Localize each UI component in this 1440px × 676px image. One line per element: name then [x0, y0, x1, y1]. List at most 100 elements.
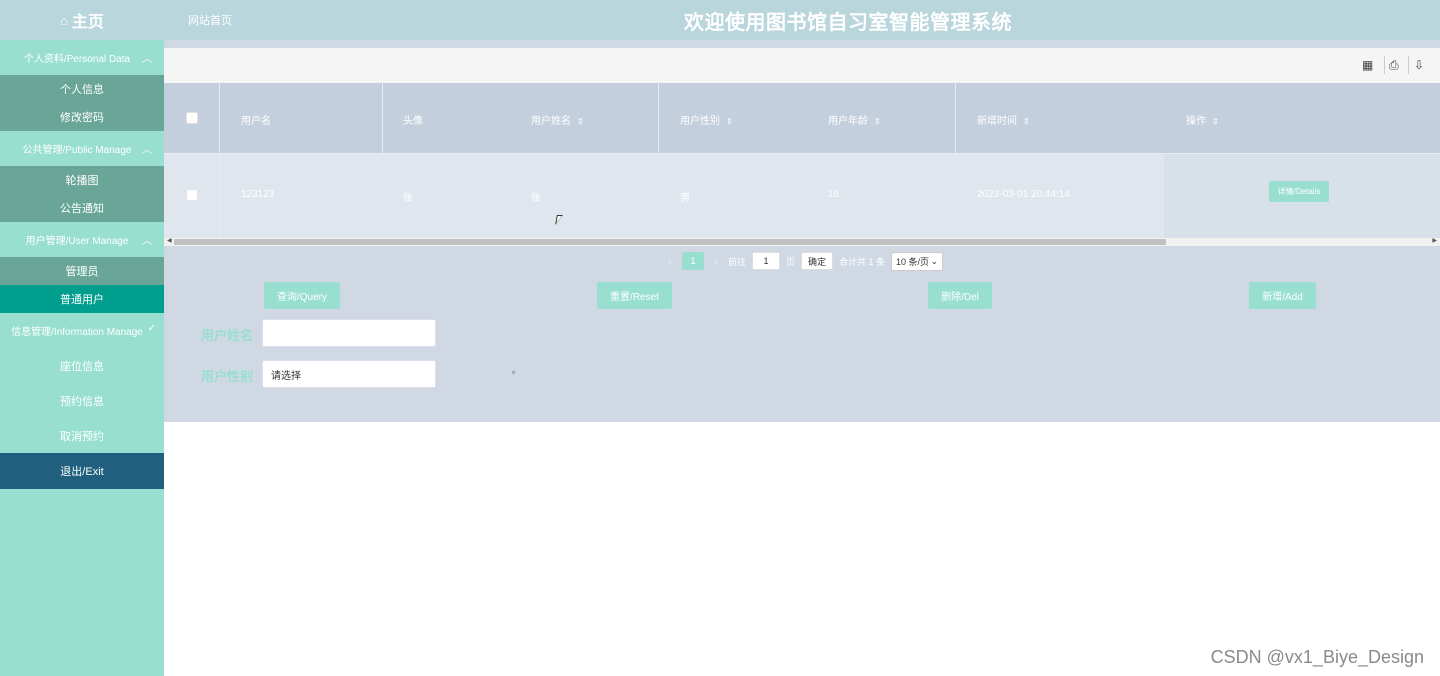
gender-select-placeholder: 请选择: [271, 370, 301, 382]
home-icon: ⌂: [60, 12, 68, 28]
column-header-label: 用户年龄: [828, 116, 868, 127]
page-unit-label: 页: [786, 256, 796, 267]
gender-select[interactable]: 请选择: [262, 360, 436, 388]
sort-icon[interactable]: ⇕: [874, 117, 881, 126]
top-header: ⌂ 主页 网站首页 欢迎使用图书馆自习室智能管理系统: [0, 0, 1440, 40]
cell-name: 张: [531, 193, 541, 204]
page-number-button[interactable]: 1: [682, 252, 704, 270]
sidebar-item-profile[interactable]: 个人信息: [0, 75, 164, 103]
export-icon[interactable]: ⇩: [1414, 58, 1424, 72]
sidebar-group-label: 个人资料/Personal Data: [23, 54, 131, 65]
data-table: 用户名 头像 用户姓名 ⇕ 用户性别 ⇕ 用户年龄 ⇕ 新增时间 ⇕ 操作 ⇕ 12312…: [164, 83, 1440, 246]
column-divider: [658, 83, 659, 153]
grid-icon[interactable]: ▦: [1362, 58, 1373, 72]
column-header-label: 用户性别: [680, 116, 720, 127]
sidebar-group-user[interactable]: 用户管理/User Manage ︿: [0, 222, 164, 257]
sidebar-group-label: 用户管理/User Manage: [25, 236, 129, 247]
chevron-down-icon: ⌄: [930, 255, 939, 266]
sidebar-item-password[interactable]: 修改密码: [0, 103, 164, 131]
main-content: ▦ ⎙ ⇩ 用户名 头像 用户姓名 ⇕ 用户性别 ⇕ 用户年龄 ⇕ 新增时间 ⇕ 操作 ⇕…: [164, 40, 1440, 422]
sidebar-item-users[interactable]: 普通用户: [0, 285, 164, 313]
chevron-up-icon: ︿: [142, 145, 152, 156]
scrollbar-thumb[interactable]: [174, 239, 1166, 245]
column-header-username[interactable]: 用户名: [241, 112, 271, 127]
next-page-button[interactable]: ›: [710, 256, 722, 267]
sidebar-item-seat[interactable]: 座位信息: [0, 348, 164, 383]
column-divider: [955, 83, 956, 153]
column-header-name[interactable]: 用户姓名 ⇕: [531, 112, 584, 127]
sidebar-group-personal[interactable]: 个人资料/Personal Data ︿: [0, 40, 164, 75]
page-size-value: 10 条/页: [896, 256, 930, 267]
page-size-select[interactable]: 10 条/页 ⌄: [891, 251, 944, 271]
details-button[interactable]: 详情/Details: [1269, 181, 1329, 202]
gender-field-label: 用户性别: [201, 369, 254, 384]
chevron-down-icon: ▼: [510, 370, 517, 377]
goto-page-input[interactable]: 1: [752, 252, 781, 270]
sidebar-item-notice[interactable]: 公告通知: [0, 194, 164, 222]
sort-icon[interactable]: ⇕: [1212, 117, 1219, 126]
home-label: 主页: [71, 14, 104, 31]
column-header-created[interactable]: 新增时间 ⇕: [977, 112, 1030, 127]
sidebar-group-label: 公共管理/Public Manage: [22, 145, 132, 156]
print-icon[interactable]: ⎙: [1389, 58, 1399, 73]
query-button[interactable]: 查询/Query: [264, 282, 340, 309]
submenu-public: 轮播图 公告通知: [0, 166, 164, 222]
page-title: 欢迎使用图书馆自习室智能管理系统: [684, 12, 1012, 34]
add-button[interactable]: 新增/Add: [1249, 282, 1316, 309]
toolbar-divider: [1408, 56, 1409, 74]
sidebar-group-info[interactable]: 信息管理/Information Manage ✓: [0, 313, 164, 348]
column-header-label: 操作: [1186, 116, 1206, 127]
chevron-up-icon: ︿: [142, 54, 152, 65]
horizontal-scrollbar[interactable]: ◀ ▶: [164, 238, 1440, 246]
home-button[interactable]: ⌂ 主页: [0, 0, 164, 40]
column-header-action[interactable]: 操作 ⇕: [1186, 112, 1219, 127]
goto-label: 前往: [728, 256, 747, 267]
sidebar-item-cancel[interactable]: 取消预约: [0, 418, 164, 453]
sidebar-group-label: 信息管理/Information Manage: [11, 327, 143, 338]
sort-icon[interactable]: ⇕: [577, 117, 584, 126]
sort-icon[interactable]: ⇕: [726, 117, 733, 126]
scroll-left-icon[interactable]: ◀: [167, 237, 172, 244]
exit-button[interactable]: 退出/Exit: [0, 453, 164, 489]
scroll-right-icon[interactable]: ▶: [1432, 237, 1437, 244]
sidebar-group-public[interactable]: 公共管理/Public Manage ︿: [0, 131, 164, 166]
cell-username: 123123: [241, 189, 275, 200]
sidebar-item-carousel[interactable]: 轮播图: [0, 166, 164, 194]
column-header-avatar: 头像: [403, 116, 423, 127]
prev-page-button[interactable]: ‹: [664, 256, 676, 267]
select-all-checkbox[interactable]: [186, 112, 198, 124]
column-divider: [219, 83, 220, 238]
cell-age: 16: [828, 189, 840, 200]
row-checkbox[interactable]: [186, 189, 198, 201]
sidebar-item-reservation[interactable]: 预约信息: [0, 383, 164, 418]
sidebar-item-admin[interactable]: 管理员: [0, 257, 164, 285]
column-header-gender[interactable]: 用户性别 ⇕: [680, 112, 733, 127]
goto-confirm-button[interactable]: 确定: [801, 252, 834, 270]
submenu-personal: 个人信息 修改密码: [0, 75, 164, 131]
row-divider: [164, 153, 1440, 154]
reset-button[interactable]: 重置/Reset: [597, 282, 672, 309]
operation-column: [1164, 83, 1440, 238]
app-root: ⌂ 主页 网站首页 欢迎使用图书馆自习室智能管理系统 个人资料/Personal…: [0, 0, 1440, 676]
column-header-label: 用户姓名: [531, 116, 571, 127]
watermark: CSDN @vx1_Biye_Design: [1210, 647, 1424, 667]
cell-gender: 男: [680, 193, 690, 204]
name-field-label: 用户姓名: [201, 328, 254, 343]
submenu-user: 管理员 普通用户: [0, 257, 164, 313]
chevron-up-icon: ︿: [142, 236, 152, 247]
pagination: ‹ 1 › 前往 1 页 确定 合计共 1 条 10 条/页 ⌄: [664, 251, 944, 271]
column-header-label: 新增时间: [977, 116, 1017, 127]
name-search-input[interactable]: [262, 319, 436, 347]
sort-icon[interactable]: ⇕: [1023, 117, 1030, 126]
chevron-down-icon: ✓: [147, 323, 156, 334]
cell-created: 2023-03-01 20:44:14: [977, 189, 1070, 200]
column-header-age[interactable]: 用户年龄 ⇕: [828, 112, 881, 127]
sidebar: 个人资料/Personal Data ︿ 个人信息 修改密码 公共管理/Publ…: [0, 40, 164, 676]
total-count: 合计共 1 条: [839, 256, 886, 267]
toolbar-divider: [1384, 56, 1385, 74]
table-toolbar: ▦ ⎙ ⇩: [164, 48, 1440, 83]
cell-avatar: 张: [403, 193, 413, 204]
delete-button[interactable]: 删除/Del: [928, 282, 992, 309]
column-divider: [382, 83, 383, 153]
site-home-link[interactable]: 网站首页: [188, 12, 232, 28]
